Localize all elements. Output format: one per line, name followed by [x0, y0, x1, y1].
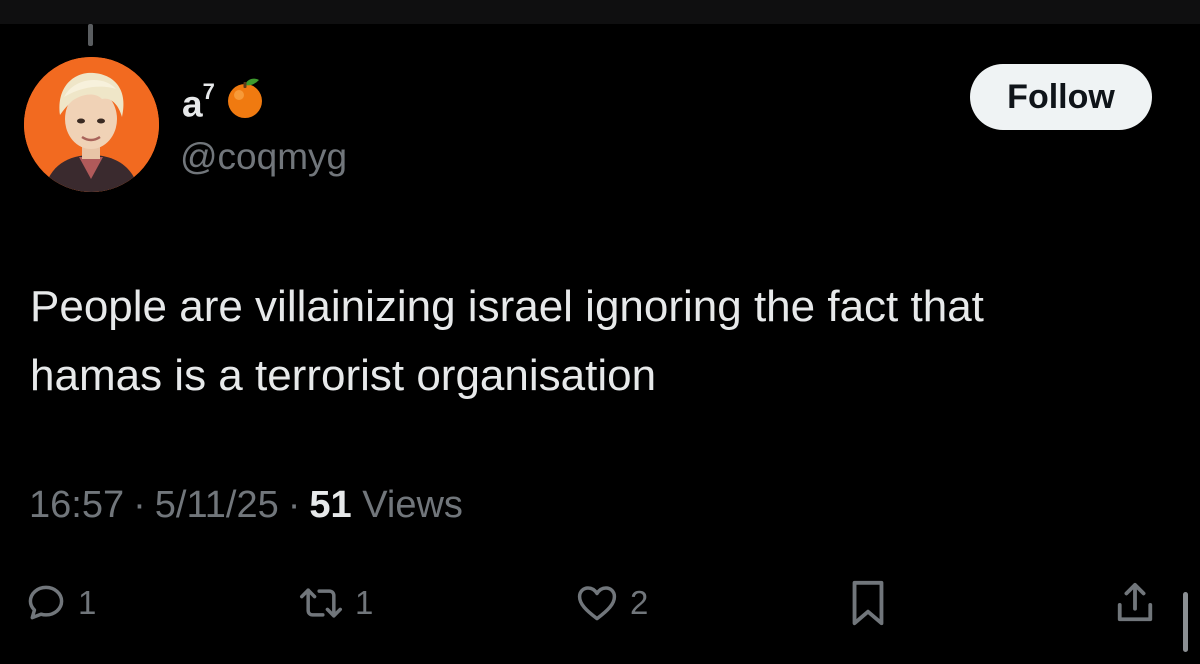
tweet-time[interactable]: 16:57 [29, 484, 124, 526]
follow-button[interactable]: Follow [970, 64, 1152, 130]
retweet-icon [300, 588, 342, 618]
like-button[interactable]: 2 [574, 578, 648, 628]
speech-bubble-icon [28, 585, 64, 620]
retweet-count: 1 [355, 584, 374, 621]
heart-icon [577, 586, 617, 621]
thread-connector-line [88, 24, 93, 46]
display-name-superscript: 7 [202, 79, 215, 104]
share-icon [1117, 582, 1153, 622]
top-bar [0, 0, 1200, 24]
avatar[interactable] [24, 57, 159, 192]
like-count: 2 [630, 584, 649, 621]
tweet-text-line-1: People are villainizing israel ignoring … [30, 282, 984, 331]
reply-count: 1 [78, 584, 97, 621]
bookmark-icon [852, 580, 884, 626]
scrollbar[interactable] [1183, 592, 1188, 652]
display-name-text: a7 [182, 74, 215, 126]
orange-emoji-icon [223, 76, 267, 125]
retweet-button[interactable]: 1 [297, 578, 373, 628]
meta-separator: · [287, 484, 301, 526]
display-name[interactable]: a7 [182, 74, 267, 126]
share-button[interactable] [1114, 578, 1156, 628]
reply-button[interactable]: 1 [24, 578, 96, 628]
bookmark-button[interactable] [846, 578, 890, 628]
views-count: 51 [309, 484, 352, 526]
tweet-meta: 16:57 · 5/11/25 · 51 Views [29, 481, 463, 529]
display-name-base: a [182, 83, 203, 125]
tweet-text-line-2: hamas is a terrorist organisation [30, 351, 657, 400]
meta-separator: · [133, 484, 146, 526]
avatar-image [24, 57, 159, 192]
tweet-date[interactable]: 5/11/25 [155, 484, 279, 526]
tweet-text: People are villainizing israel ignoring … [30, 272, 1170, 410]
user-handle[interactable]: @coqmyg [180, 134, 347, 180]
views-label: Views [362, 484, 463, 526]
